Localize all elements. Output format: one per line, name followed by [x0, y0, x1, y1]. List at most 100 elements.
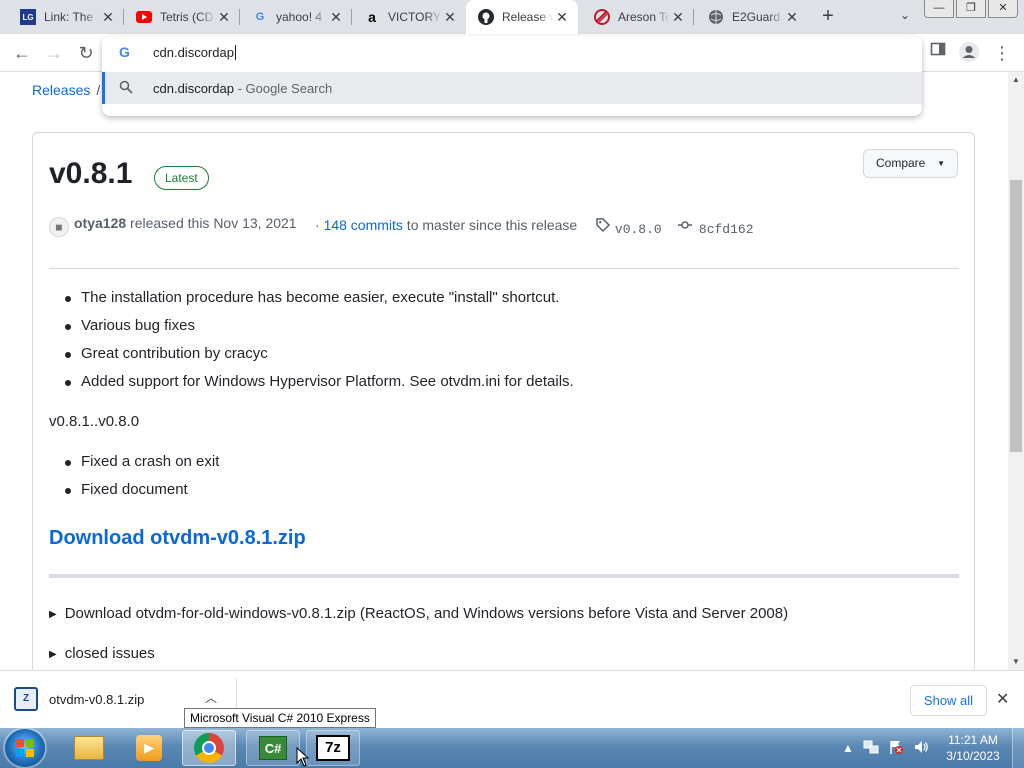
- download-file-name: otvdm-v0.8.1.zip: [49, 692, 145, 707]
- taskbar-chrome[interactable]: [182, 730, 236, 766]
- close-tab-icon[interactable]: ✕: [216, 9, 232, 26]
- close-tab-icon[interactable]: ✕: [328, 9, 344, 26]
- action-center-flag-icon[interactable]: [888, 739, 904, 758]
- details-closed-issues[interactable]: ▶ closed issues: [49, 645, 155, 662]
- volume-icon[interactable]: [913, 739, 929, 758]
- github-icon: [478, 9, 494, 25]
- scroll-up-icon[interactable]: ▲: [1008, 72, 1024, 88]
- back-arrow-icon[interactable]: ←: [10, 41, 34, 65]
- release-notes-list-2: Fixed a crash on exit Fixed document: [64, 452, 219, 508]
- clock-time: 11:21 AM: [948, 733, 998, 747]
- address-bar[interactable]: G cdn.discordap: [102, 36, 922, 70]
- google-icon: G: [255, 11, 265, 23]
- section-divider: [49, 574, 959, 578]
- release-card: v0.8.1 Latest Compare ▼ ◼ otya128 release…: [32, 132, 975, 670]
- disclosure-triangle-icon: ▶: [49, 649, 57, 660]
- released-date-text: released this Nov 13, 2021: [126, 215, 297, 231]
- reload-icon[interactable]: ↻: [74, 41, 98, 65]
- latest-badge: Latest: [154, 166, 209, 190]
- clock-date: 3/10/2023: [946, 749, 1000, 763]
- show-hidden-icons-icon[interactable]: ▲: [842, 741, 854, 755]
- close-tab-icon[interactable]: ✕: [442, 9, 458, 26]
- author-avatar[interactable]: ◼: [49, 217, 69, 237]
- list-item: Added support for Windows Hypervisor Pla…: [65, 372, 574, 400]
- tab-title: Areson Te: [618, 10, 670, 24]
- close-tab-icon[interactable]: ✕: [784, 9, 800, 26]
- areson-icon: [594, 9, 610, 25]
- author-link[interactable]: otya128: [74, 215, 126, 231]
- show-all-button[interactable]: Show all: [910, 685, 987, 716]
- tab-tetris[interactable]: Tetris (CD ✕: [124, 0, 240, 34]
- restore-button[interactable]: ❐: [956, 0, 986, 18]
- release-title[interactable]: v0.8.1: [49, 157, 132, 191]
- breadcrumb-releases-link[interactable]: Releases: [32, 82, 90, 98]
- compare-button[interactable]: Compare ▼: [863, 149, 958, 178]
- taskbar-explorer[interactable]: [62, 730, 116, 766]
- minimize-button[interactable]: —: [924, 0, 954, 18]
- google-icon: G: [119, 44, 130, 60]
- scroll-thumb[interactable]: [1010, 180, 1022, 452]
- close-shelf-icon[interactable]: ✕: [996, 689, 1009, 709]
- chrome-icon: [194, 733, 224, 763]
- address-input-text[interactable]: cdn.discordap: [153, 45, 234, 60]
- commits-link[interactable]: 148 commits: [324, 217, 403, 233]
- taskbar-media-player[interactable]: ▶: [122, 730, 176, 766]
- tab-areson[interactable]: Areson Te ✕: [582, 0, 694, 34]
- scroll-down-icon[interactable]: ▼: [1008, 654, 1024, 670]
- commit-sha-link[interactable]: 8cfd162: [699, 222, 754, 237]
- tab-e2guardian[interactable]: E2Guard ✕: [696, 0, 808, 34]
- list-item: Various bug fixes: [65, 316, 574, 344]
- amazon-icon: a: [368, 9, 376, 25]
- taskbar-visual-csharp[interactable]: C#: [246, 730, 300, 766]
- tab-search-chevron-icon[interactable]: ⌄: [895, 8, 915, 28]
- tab-strip: LG Link: The ✕ Tetris (CD ✕ G yahoo! 4 ✕…: [0, 0, 1024, 34]
- search-icon: [119, 80, 133, 97]
- start-button[interactable]: [5, 729, 45, 767]
- tab-title: Release v: [502, 10, 554, 24]
- system-tray: ▲: [842, 734, 929, 762]
- suggestion-suffix: - Google Search: [233, 81, 333, 96]
- profile-avatar-icon[interactable]: [957, 41, 981, 65]
- commits-prefix: ·: [315, 217, 324, 233]
- release-notes-list: The installation procedure has become ea…: [65, 288, 574, 400]
- tab-title: Link: The: [44, 10, 94, 24]
- zip-file-icon: Z: [14, 687, 38, 711]
- 7zip-icon: 7z: [316, 735, 350, 761]
- new-tab-button[interactable]: +: [816, 5, 840, 29]
- link-logo-icon: LG: [20, 9, 36, 25]
- windows-logo-icon: [16, 739, 34, 757]
- commits-suffix: to master since this release: [402, 217, 578, 233]
- close-tab-icon[interactable]: ✕: [670, 9, 686, 26]
- network-icon[interactable]: [863, 739, 879, 758]
- close-tab-icon[interactable]: ✕: [554, 9, 570, 26]
- close-window-button[interactable]: ✕: [988, 0, 1018, 18]
- tag-link[interactable]: v0.8.0: [615, 222, 662, 237]
- windows-taskbar: ▶ C# 7z ▲ 11:21 AM 3/10/2023: [0, 728, 1024, 768]
- suggestion-query: cdn.discordap: [153, 81, 234, 96]
- omnibox-suggestion[interactable]: cdn.discordap - Google Search: [102, 72, 922, 104]
- close-tab-icon[interactable]: ✕: [100, 9, 116, 26]
- tab-yahoo[interactable]: G yahoo! 4 ✕: [240, 0, 352, 34]
- system-clock[interactable]: 11:21 AM 3/10/2023: [940, 732, 1006, 764]
- more-menu-icon[interactable]: ⋮: [990, 41, 1014, 65]
- diff-range-text: v0.8.1..v0.8.0: [49, 413, 140, 430]
- tab-link[interactable]: LG Link: The ✕: [8, 0, 124, 34]
- tab-title: yahoo! 4: [276, 10, 323, 24]
- taskbar-7zip[interactable]: 7z: [306, 730, 360, 766]
- youtube-icon: [136, 9, 152, 25]
- tab-title: E2Guard: [732, 10, 781, 24]
- forward-arrow-icon[interactable]: →: [42, 41, 66, 65]
- side-panel-icon[interactable]: [926, 41, 950, 65]
- page-scrollbar[interactable]: ▲ ▼: [1008, 72, 1024, 670]
- show-desktop-button[interactable]: [1012, 728, 1024, 768]
- tab-title: VICTORY: [388, 10, 441, 24]
- disclosure-triangle-icon: ▶: [49, 609, 57, 620]
- list-item: The installation procedure has become ea…: [65, 288, 574, 316]
- divider: [49, 268, 959, 269]
- details-old-windows[interactable]: ▶ Download otvdm-for-old-windows-v0.8.1.z…: [49, 605, 788, 622]
- tab-release-active[interactable]: Release v ✕: [466, 0, 578, 34]
- tab-victory[interactable]: a VICTORY ✕: [352, 0, 466, 34]
- download-zip-link[interactable]: Download otvdm-v0.8.1.zip: [49, 527, 306, 550]
- downloads-shelf: Z otvdm-v0.8.1.zip ︿ Show all ✕: [0, 670, 1024, 728]
- chevron-up-icon[interactable]: ︿: [205, 689, 217, 706]
